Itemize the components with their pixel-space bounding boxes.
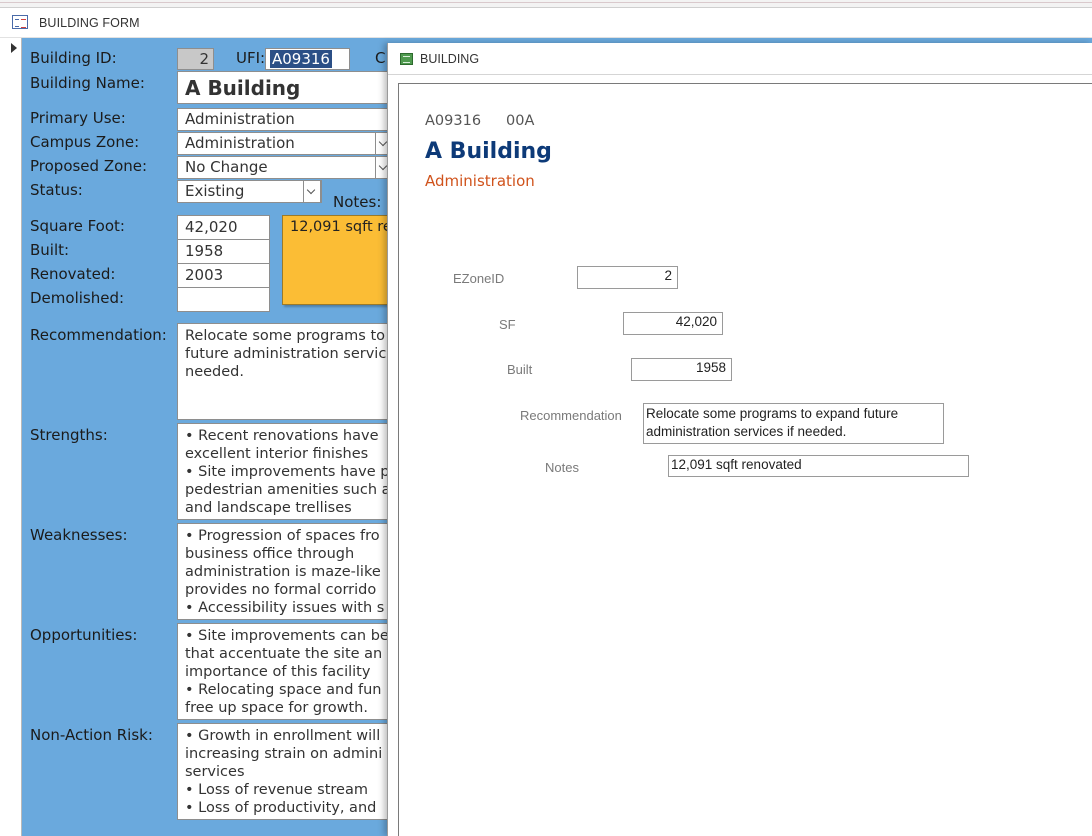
record-selector[interactable] [0, 38, 22, 836]
non-action-risk-field[interactable]: • Growth in enrollment will increasing s… [177, 723, 397, 820]
status-dropdown-icon[interactable] [303, 180, 321, 203]
square-foot-label: Square Foot: [30, 217, 125, 235]
built-label: Built: [30, 241, 70, 259]
report-window-title: BUILDING [420, 52, 480, 66]
report-recommendation-line: administration services if needed. [646, 424, 847, 439]
built-field[interactable]: 1958 [177, 239, 270, 264]
memo-line: pedestrian amenities such a [185, 482, 391, 498]
report-sf-label: SF [499, 317, 516, 332]
memo-line: • Site improvements can be [185, 628, 389, 644]
recommendation-field[interactable]: Relocate some programs to future adminis… [177, 323, 397, 420]
primary-use-label: Primary Use: [30, 109, 126, 127]
memo-line: and landscape trellises [185, 500, 352, 516]
memo-line: free up space for growth. [185, 700, 368, 716]
memo-line: Relocate some programs to [185, 328, 386, 344]
report-recommendation-line: Relocate some programs to expand future [646, 406, 899, 421]
report-ufi: A09316 [425, 113, 482, 129]
strengths-field[interactable]: • Recent renovations have excellent inte… [177, 423, 397, 520]
memo-line: excellent interior finishes [185, 446, 369, 462]
current-record-arrow-icon [11, 43, 17, 53]
report-notes-value: 12,091 sqft renovated [668, 455, 969, 477]
building-name-label: Building Name: [30, 74, 145, 92]
report-notes-label: Notes [545, 460, 579, 475]
report-built-label: Built [507, 362, 533, 377]
truncated-label: C [375, 49, 386, 67]
memo-line: increasing strain on admini [185, 746, 383, 762]
renovated-label: Renovated: [30, 265, 116, 283]
opportunities-label: Opportunities: [30, 626, 138, 644]
memo-line: administration is maze-like [185, 564, 381, 580]
building-id-field[interactable]: 2 [177, 48, 214, 70]
proposed-zone-label: Proposed Zone: [30, 157, 148, 175]
square-foot-field[interactable]: 42,020 [177, 215, 270, 240]
memo-line: • Relocating space and fun [185, 682, 382, 698]
report-building-name: A Building [425, 139, 552, 164]
memo-line: • Recent renovations have [185, 428, 379, 444]
report-page: A09316 00A A Building Administration EZo… [398, 83, 1092, 836]
building-id-label: Building ID: [30, 49, 117, 67]
opportunities-field[interactable]: • Site improvements can be that accentua… [177, 623, 397, 720]
report-recommendation-label: Recommendation [520, 408, 622, 423]
weaknesses-field[interactable]: • Progression of spaces fro business off… [177, 523, 397, 620]
memo-line: • Accessibility issues with s [185, 600, 385, 616]
report-ezone-value: 2 [577, 266, 678, 289]
report-primary-use: Administration [425, 172, 535, 190]
memo-line: • Growth in enrollment will [185, 728, 381, 744]
notes-field[interactable]: 12,091 sqft re [282, 215, 397, 305]
memo-line: that accentuate the site an [185, 646, 383, 662]
report-recommendation-value: Relocate some programs to expand future … [643, 403, 944, 444]
ufi-field[interactable]: A09316 [265, 48, 350, 70]
demolished-field[interactable] [177, 287, 270, 312]
status-select[interactable]: Existing [177, 180, 322, 203]
report-sf-value: 42,020 [623, 312, 723, 335]
proposed-zone-select[interactable]: No Change [177, 156, 397, 179]
window-top-strip [0, 0, 1092, 8]
report-title-bar[interactable]: BUILDING [388, 43, 1092, 75]
report-icon [400, 53, 413, 65]
demolished-label: Demolished: [30, 289, 125, 307]
memo-line: business office through [185, 546, 355, 562]
form-tab-title: BUILDING FORM [39, 16, 140, 30]
form-icon [12, 15, 28, 29]
campus-zone-select[interactable]: Administration [177, 132, 397, 155]
non-action-risk-label: Non-Action Risk: [30, 726, 153, 744]
report-built-value: 1958 [631, 358, 732, 381]
primary-use-field[interactable]: Administration [177, 108, 397, 131]
form-tab[interactable]: BUILDING FORM [0, 8, 1092, 38]
memo-line: importance of this facility [185, 664, 371, 680]
building-name-field[interactable]: A Building [177, 71, 397, 104]
memo-line: • Site improvements have p [185, 464, 390, 480]
renovated-field[interactable]: 2003 [177, 263, 270, 288]
recommendation-label: Recommendation: [30, 326, 167, 344]
memo-line: • Loss of productivity, and [185, 800, 377, 816]
campus-zone-label: Campus Zone: [30, 133, 140, 151]
report-ezone-label: EZoneID [453, 271, 505, 286]
building-report-window[interactable]: BUILDING A09316 00A A Building Administr… [387, 43, 1092, 836]
status-label: Status: [30, 181, 83, 199]
ufi-label: UFI: [236, 49, 266, 67]
memo-line: future administration servic [185, 346, 387, 362]
memo-line: provides no formal corrido [185, 582, 377, 598]
memo-line: services [185, 764, 245, 780]
report-code: 00A [506, 113, 535, 129]
notes-label: Notes: [333, 193, 382, 211]
memo-line: • Loss of revenue stream [185, 782, 368, 798]
memo-line: • Progression of spaces fro [185, 528, 380, 544]
weaknesses-label: Weaknesses: [30, 526, 128, 544]
ufi-selected-text: A09316 [270, 50, 332, 68]
strengths-label: Strengths: [30, 426, 108, 444]
memo-line: needed. [185, 364, 244, 380]
